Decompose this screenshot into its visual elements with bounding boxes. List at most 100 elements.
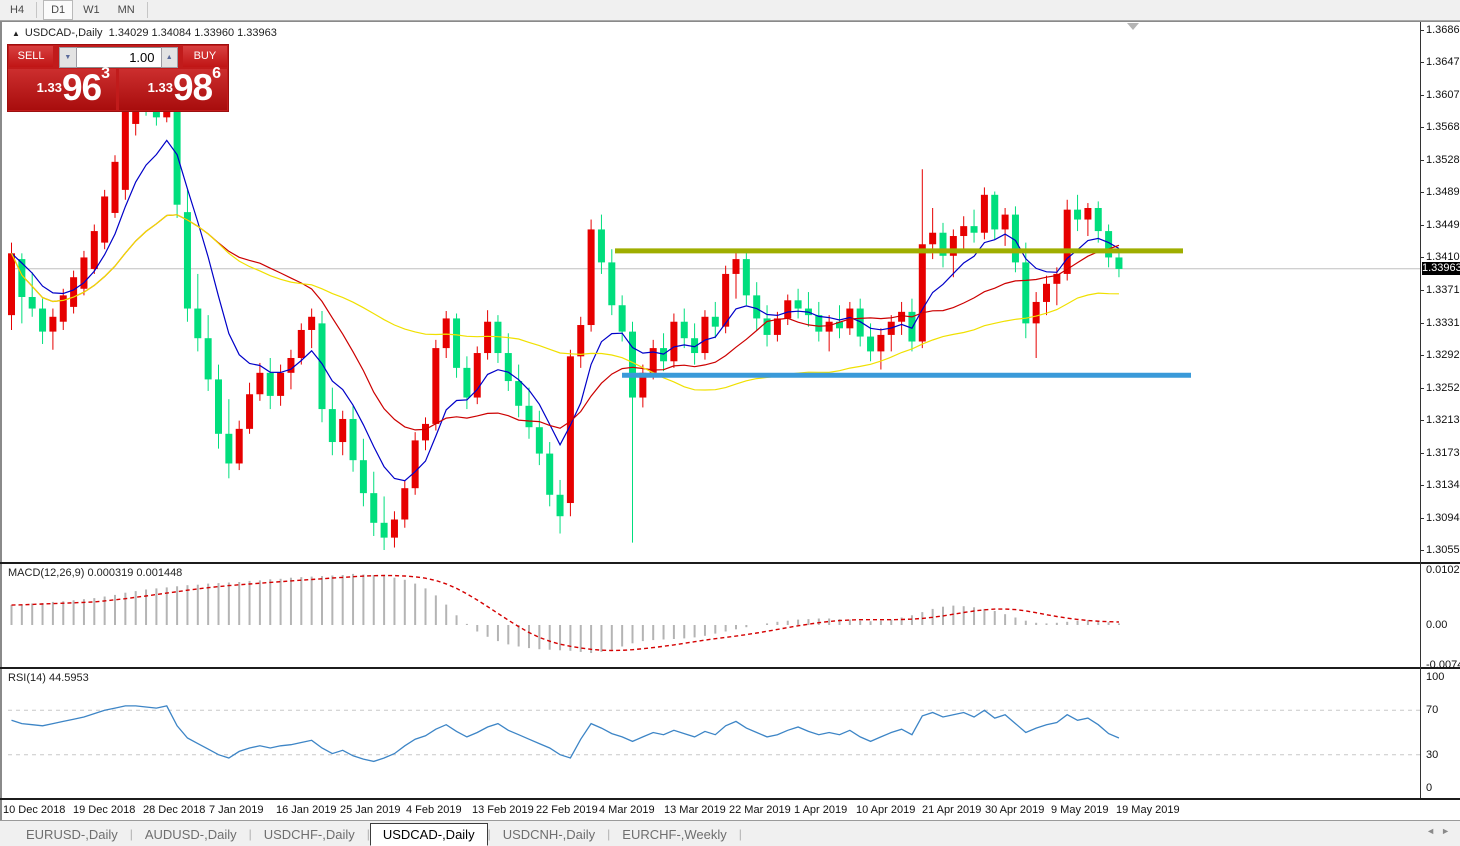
price-tick-mark	[1420, 419, 1424, 421]
price-tick-mark	[1420, 354, 1424, 356]
buy-button[interactable]: BUY	[182, 46, 227, 67]
price-tick-label: 1.32520	[1426, 381, 1460, 394]
pane-separator[interactable]	[0, 667, 1460, 669]
chart-tab-eurusddaily[interactable]: EURUSD-,Daily	[14, 824, 130, 845]
rsi-label: RSI(14) 44.5953	[8, 672, 89, 684]
price-tick-label: 1.33310	[1426, 316, 1460, 329]
chart-tab-bar: EURUSD-,Daily | AUDUSD-,Daily | USDCHF-,Dail…	[0, 820, 1460, 846]
collapse-triangle-icon[interactable]: ▲	[12, 29, 20, 38]
buy-price-pipette: 6	[212, 65, 221, 82]
price-tick-label: 1.35680	[1426, 121, 1460, 134]
price-tick-mark	[1420, 322, 1424, 324]
timeframe-button-d1[interactable]: D1	[43, 0, 74, 20]
toolbar-separator	[36, 2, 38, 18]
rsi-tick-label: 30	[1426, 748, 1439, 761]
buy-price-prefix: 1.33	[147, 80, 173, 95]
price-tick-mark	[1420, 62, 1424, 64]
price-tick-mark	[1420, 289, 1424, 291]
one-click-trading-panel: SELL ▼ ▲ BUY 1.33963 1.33986	[8, 45, 228, 111]
price-tick-mark	[1420, 257, 1424, 259]
price-tick-label: 1.34490	[1426, 219, 1460, 232]
tab-separator: |	[738, 827, 742, 841]
rsi-indicator-canvas[interactable]	[0, 669, 1460, 798]
date-tick-label: 9 May 2019	[1051, 804, 1109, 816]
chart-title: ▲ USDCAD-,Daily 1.34029 1.34084 1.33960 1…	[12, 27, 277, 39]
chart-tab-audusddaily[interactable]: AUDUSD-,Daily	[133, 824, 249, 845]
date-tick-label: 16 Jan 2019	[276, 804, 337, 816]
sell-price-pipette: 3	[101, 65, 110, 82]
price-tick-label: 1.36860	[1426, 24, 1460, 36]
price-tick-mark	[1420, 452, 1424, 454]
chart-tab-usdchfdaily[interactable]: USDCHF-,Daily	[252, 824, 367, 845]
sell-price-box[interactable]: 1.33963	[8, 65, 116, 110]
date-tick-label: 22 Mar 2019	[729, 804, 791, 816]
chart-tab-eurchfweekly[interactable]: EURCHF-,Weekly	[610, 824, 739, 845]
date-tick-label: 28 Dec 2018	[143, 804, 206, 816]
price-tick-mark	[1420, 484, 1424, 486]
rsi-tick-label: 100	[1426, 671, 1445, 683]
macd-tick-label: 0.0102295	[1426, 564, 1460, 576]
date-tick-label: 4 Mar 2019	[599, 804, 655, 816]
date-tick-label: 1 Apr 2019	[794, 804, 848, 816]
rsi-tick-label: 0	[1426, 782, 1433, 794]
buy-price-box[interactable]: 1.33986	[119, 65, 227, 110]
tab-scroll-right-icon[interactable]: ►	[1441, 826, 1456, 836]
macd-indicator-canvas[interactable]	[0, 564, 1460, 667]
sell-button[interactable]: SELL	[9, 46, 54, 67]
price-tick-label: 1.34890	[1426, 186, 1460, 199]
macd-label: MACD(12,26,9) 0.000319 0.001448	[8, 567, 183, 579]
price-tick-label: 1.36070	[1426, 89, 1460, 102]
chart-shift-marker-icon[interactable]	[1127, 23, 1139, 30]
sell-price-big: 96	[61, 67, 102, 108]
buy-price-big: 98	[172, 67, 213, 108]
price-tick-mark	[1420, 387, 1424, 389]
price-tick-mark	[1420, 30, 1424, 31]
tab-scroll-left-icon[interactable]: ◄	[1426, 826, 1441, 836]
pane-separator[interactable]	[0, 798, 1460, 800]
tab-scroll-arrows[interactable]: ◄►	[1426, 826, 1456, 836]
price-tick-label: 1.35280	[1426, 154, 1460, 167]
price-tick-label: 1.30940	[1426, 511, 1460, 524]
date-tick-label: 25 Jan 2019	[340, 804, 401, 816]
date-tick-label: 22 Feb 2019	[536, 804, 598, 816]
price-tick-label: 1.30550	[1426, 544, 1460, 556]
timeframe-toolbar: H4 D1 W1 MN	[0, 0, 1460, 21]
date-tick-label: 4 Feb 2019	[406, 804, 462, 816]
timeframe-button-mn[interactable]: MN	[110, 0, 143, 20]
price-tick-label: 1.36470	[1426, 56, 1460, 69]
timeframe-button-h4[interactable]: H4	[2, 0, 32, 20]
date-tick-label: 19 Dec 2018	[73, 804, 136, 816]
price-tick-mark	[1420, 160, 1424, 162]
trading-platform-window: H4 D1 W1 MN ▲ USDCAD-,Daily 1.34029 1.34084 …	[0, 0, 1460, 846]
pane-separator[interactable]	[0, 562, 1460, 564]
chart-tab-usdcnhdaily[interactable]: USDCNH-,Daily	[491, 824, 607, 845]
price-tick-label: 1.31340	[1426, 478, 1460, 491]
macd-tick-label: -0.00747	[1426, 659, 1460, 672]
price-tick-mark	[1420, 95, 1424, 97]
date-tick-label: 21 Apr 2019	[922, 804, 982, 816]
date-tick-label: 13 Mar 2019	[664, 804, 726, 816]
chart-tab-usdcaddaily[interactable]: USDCAD-,Daily	[369, 823, 488, 846]
price-tick-label: 1.31730	[1426, 446, 1460, 459]
date-tick-label: 30 Apr 2019	[985, 804, 1045, 816]
price-axis-border	[1420, 22, 1421, 798]
toolbar-separator	[146, 2, 148, 18]
price-tick-label: 1.32130	[1426, 413, 1460, 426]
date-tick-label: 13 Feb 2019	[472, 804, 534, 816]
macd-tick-label: 0.00	[1426, 619, 1448, 631]
current-price-tag: 1.33963	[1422, 262, 1460, 276]
price-tick-label: 1.33710	[1426, 283, 1460, 296]
chart-symbol-label: USDCAD-,Daily	[24, 27, 103, 39]
price-tick-mark	[1420, 127, 1424, 129]
price-tick-label: 1.32920	[1426, 348, 1460, 361]
timeframe-button-w1[interactable]: W1	[75, 0, 108, 20]
rsi-tick-label: 70	[1426, 704, 1439, 717]
price-tick-mark	[1420, 517, 1424, 519]
sell-price-prefix: 1.33	[36, 80, 62, 95]
price-tick-mark	[1420, 550, 1424, 551]
date-tick-label: 7 Jan 2019	[209, 804, 264, 816]
price-tick-mark	[1420, 192, 1424, 194]
price-tick-mark	[1420, 225, 1424, 227]
date-tick-label: 19 May 2019	[1116, 804, 1180, 816]
date-tick-label: 10 Apr 2019	[856, 804, 916, 816]
